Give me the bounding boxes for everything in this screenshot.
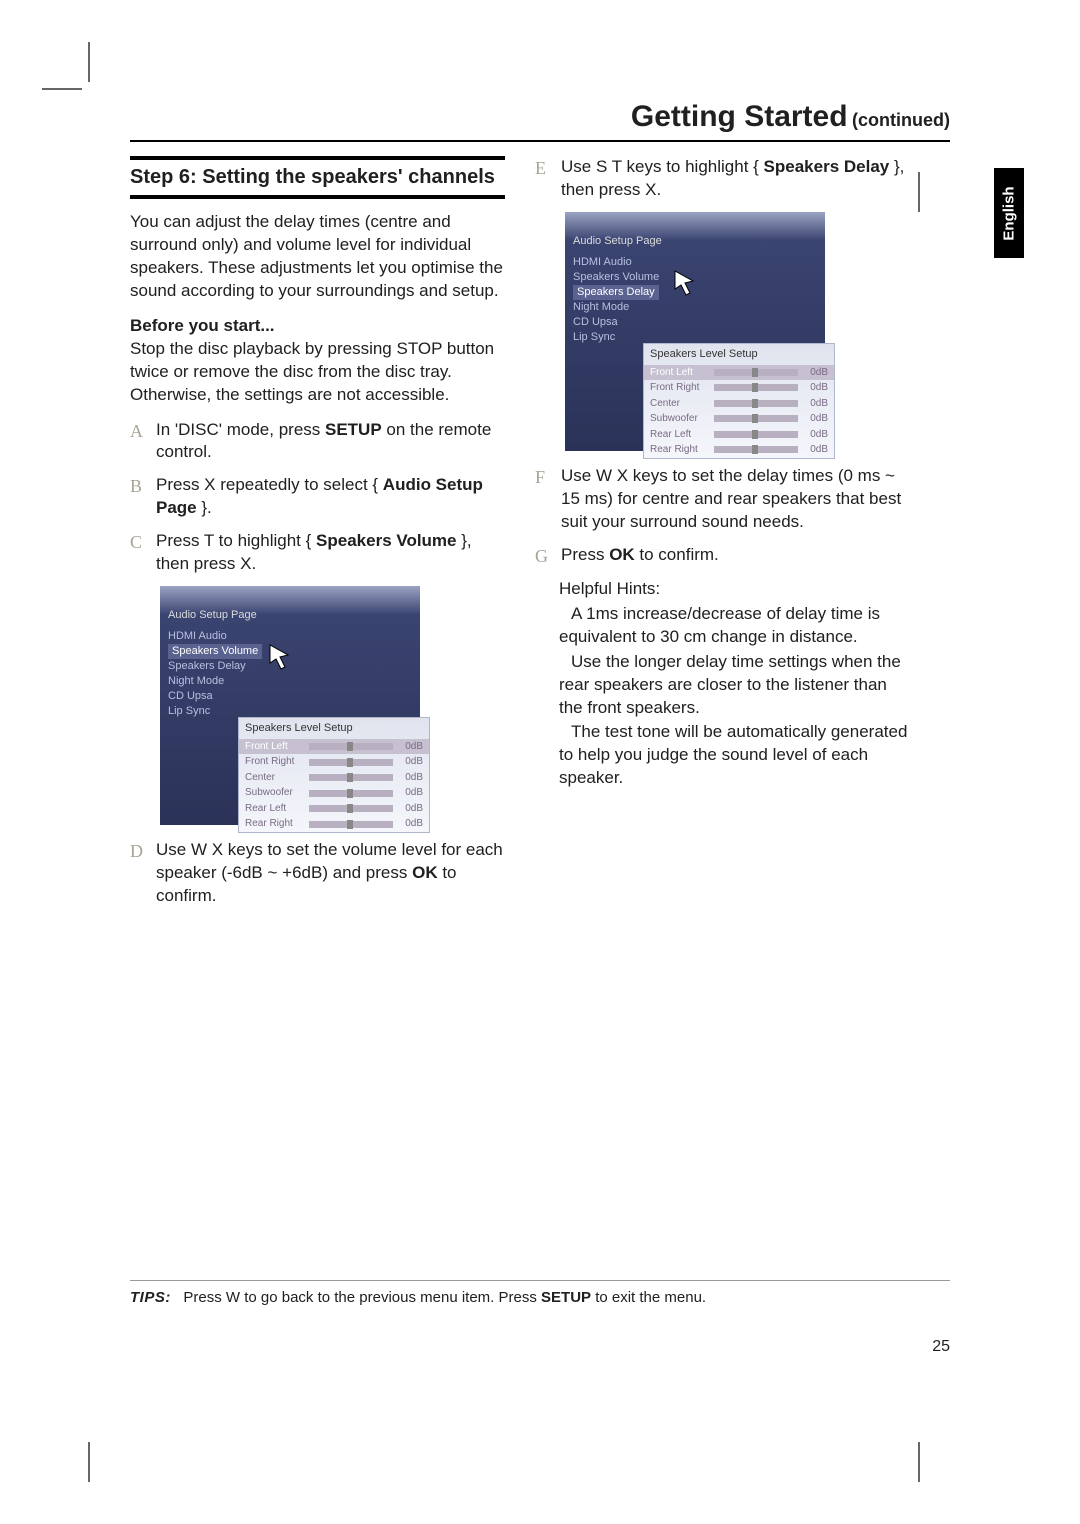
step-a: A In 'DISC' mode, press SETUP on the rem… [130, 419, 505, 465]
page-number: 25 [932, 1338, 950, 1356]
tips-label: TIPS: [130, 1289, 171, 1306]
panel-row: Front Left0dB [239, 739, 429, 755]
crop-mark [918, 1442, 920, 1482]
crop-mark [88, 42, 90, 82]
panel-row: Subwoofer0dB [239, 785, 429, 801]
hint-1: A 1ms increase/decrease of delay time is… [559, 603, 910, 649]
right-column: E Use S T keys to highlight { Speakers D… [535, 156, 910, 918]
before-you-start: Before you start... Stop the disc playba… [130, 315, 505, 407]
panel-row: Center0dB [239, 770, 429, 786]
screenshot-delay: Audio Setup Page HDMI Audio Speakers Vol… [565, 212, 825, 451]
panel-row: Rear Left0dB [644, 427, 834, 443]
step6-intro: You can adjust the delay times (centre a… [130, 211, 505, 303]
page-content: Getting Started (continued) Step 6: Sett… [130, 100, 950, 918]
crop-mark [42, 88, 82, 90]
ss-panel: Speakers Level Setup Front Left0dB Front… [238, 717, 430, 833]
panel-row: Rear Right0dB [239, 816, 429, 832]
helpful-hints: Helpful Hints: A 1ms increase/decrease o… [559, 578, 910, 790]
step-c: C Press T to highlight { Speakers Volume… [130, 530, 505, 576]
language-tab: English [994, 168, 1024, 258]
step-d: D Use W X keys to set the volume level f… [130, 839, 505, 908]
left-column: Step 6: Setting the speakers' channels Y… [130, 156, 505, 918]
panel-row: Front Right0dB [644, 380, 834, 396]
screenshot-volume: Audio Setup Page HDMI Audio Speakers Vol… [160, 586, 420, 825]
cursor-icon [268, 643, 294, 673]
page-title-row: Getting Started (continued) [130, 100, 950, 142]
hint-3: The test tone will be automatically gene… [559, 721, 910, 790]
page-title-continued: (continued) [852, 110, 950, 130]
ss-left-menu: HDMI Audio Speakers Volume Speakers Dela… [160, 629, 420, 719]
step6-heading: Step 6: Setting the speakers' channels [130, 156, 505, 199]
panel-row: Front Right0dB [239, 754, 429, 770]
step-b: B Press X repeatedly to select { Audio S… [130, 474, 505, 520]
step-e: E Use S T keys to highlight { Speakers D… [535, 156, 910, 202]
crop-mark [88, 1442, 90, 1482]
panel-row: Rear Right0dB [644, 442, 834, 458]
ss-panel: Speakers Level Setup Front Left0dB Front… [643, 343, 835, 459]
cursor-icon [673, 269, 699, 299]
before-text: Stop the disc playback by pressing STOP … [130, 339, 494, 404]
panel-row: Subwoofer0dB [644, 411, 834, 427]
panel-row: Rear Left0dB [239, 801, 429, 817]
hints-title: Helpful Hints: [559, 578, 910, 601]
panel-row: Front Left0dB [644, 365, 834, 381]
page-title: Getting Started [631, 100, 848, 133]
before-label: Before you start... [130, 316, 275, 335]
step-f: F Use W X keys to set the delay times (0… [535, 465, 910, 534]
ss-title: Audio Setup Page [160, 604, 420, 629]
panel-row: Center0dB [644, 396, 834, 412]
hint-2: Use the longer delay time settings when … [559, 651, 910, 720]
step-g: G Press OK to confirm. [535, 544, 910, 568]
tips-footer: TIPS: Press W to go back to the previous… [130, 1280, 950, 1306]
